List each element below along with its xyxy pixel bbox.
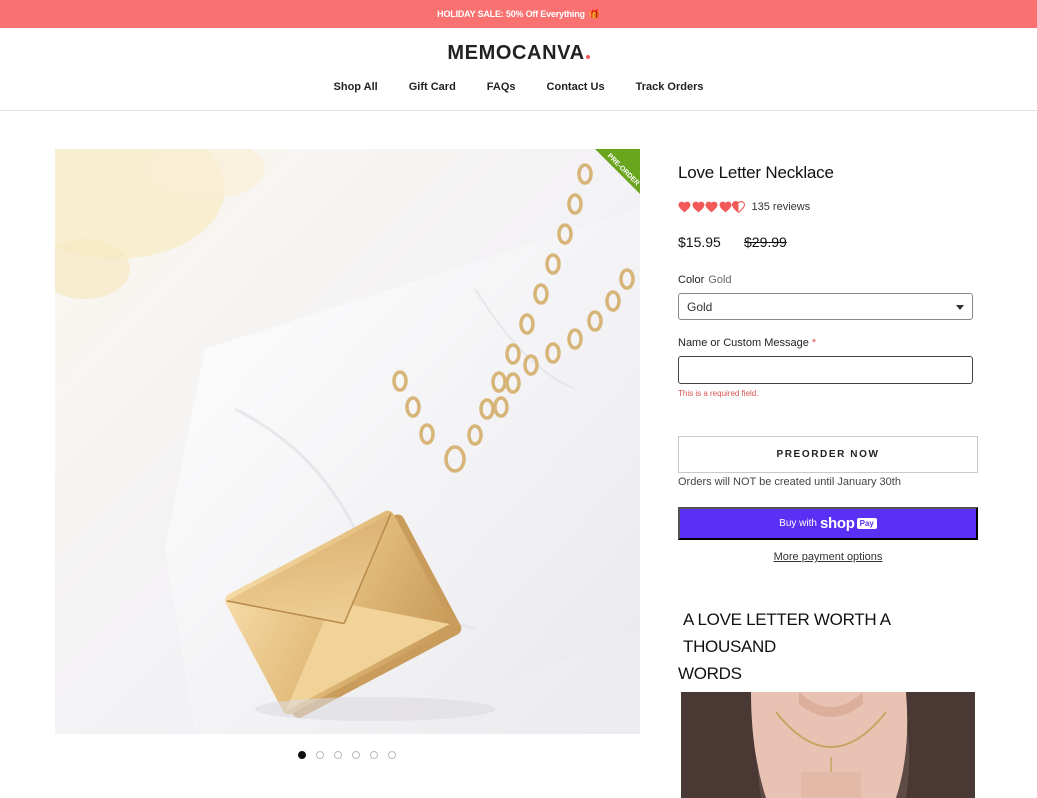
gallery-dot[interactable] [316,751,324,759]
gallery-dot[interactable] [298,751,306,759]
shop-pay-buy-text: Buy with [779,518,817,529]
section-heading-line2: WORDS [678,664,742,683]
product-image[interactable]: PRE-ORDER [55,149,640,734]
compare-price: $29.99 [744,234,787,250]
preorder-button[interactable]: PREORDER NOW [678,436,978,473]
model-photo [681,692,975,798]
custom-message-input[interactable] [678,356,973,384]
custom-message-label: Name or Custom Message * [678,337,816,349]
nav-track-orders[interactable]: Track Orders [636,81,704,93]
section-heading-line1: A LOVE LETTER WORTH A THOUSAND [683,610,890,656]
gallery-dots [298,751,396,759]
logo-text[interactable]: MEMOCANVA [447,42,584,64]
chevron-down-icon [956,305,964,310]
gallery-dot[interactable] [334,751,342,759]
gallery-dot[interactable] [388,751,396,759]
model-wearing-necklace-image [681,692,975,798]
nav-gift-card[interactable]: Gift Card [409,81,456,93]
shop-pay-button[interactable]: Buy with shop Pay [678,507,978,540]
nav-faqs[interactable]: FAQs [487,81,516,93]
gallery-dot[interactable] [352,751,360,759]
heart-full-icon [719,201,731,213]
color-label-text: Color [678,274,705,286]
heart-full-icon [678,201,691,213]
gallery-dot[interactable] [370,751,378,759]
section-heading: A LOVE LETTER WORTH A THOUSAND WORDS [678,606,978,687]
color-label: Color Gold [678,274,732,286]
custom-message-label-text: Name or Custom Message [678,337,809,349]
gift-icon: 🎁 [588,8,600,19]
product-title: Love Letter Necklace [678,163,834,182]
required-asterisk: * [811,337,817,349]
product-rating[interactable]: 135 reviews [678,201,810,213]
heart-full-icon [692,201,704,213]
site-header: MEMOCANVA Shop All Gift Card FAQs Contac… [0,28,1037,111]
logo-dot [585,55,590,59]
heart-half-icon [732,201,745,213]
color-select[interactable]: Gold [678,293,973,320]
main-nav: Shop All Gift Card FAQs Contact Us Track… [0,81,1037,93]
orders-note: Orders will NOT be created until January… [678,476,901,488]
necklace-photo: PRE-ORDER [55,149,640,734]
color-label-value: Gold [708,274,732,286]
custom-message-error: This is a required field. [678,389,759,398]
nav-shop-all[interactable]: Shop All [334,81,378,93]
review-count[interactable]: 135 reviews [752,201,811,213]
shop-pay-badge: Pay [856,518,877,529]
announcement-text: HOLIDAY SALE: 50% Off Everything [437,9,585,19]
shop-pay-logo: shop [819,515,855,532]
more-payment-options-link[interactable]: More payment options [678,551,978,563]
heart-full-icon [705,201,718,213]
rating-hearts [678,201,746,213]
product-price: $15.95 [678,234,721,250]
announcement-bar: HOLIDAY SALE: 50% Off Everything 🎁 [0,0,1037,28]
nav-contact-us[interactable]: Contact Us [547,81,605,93]
logo[interactable]: MEMOCANVA [0,42,1037,65]
color-select-value: Gold [687,300,713,314]
